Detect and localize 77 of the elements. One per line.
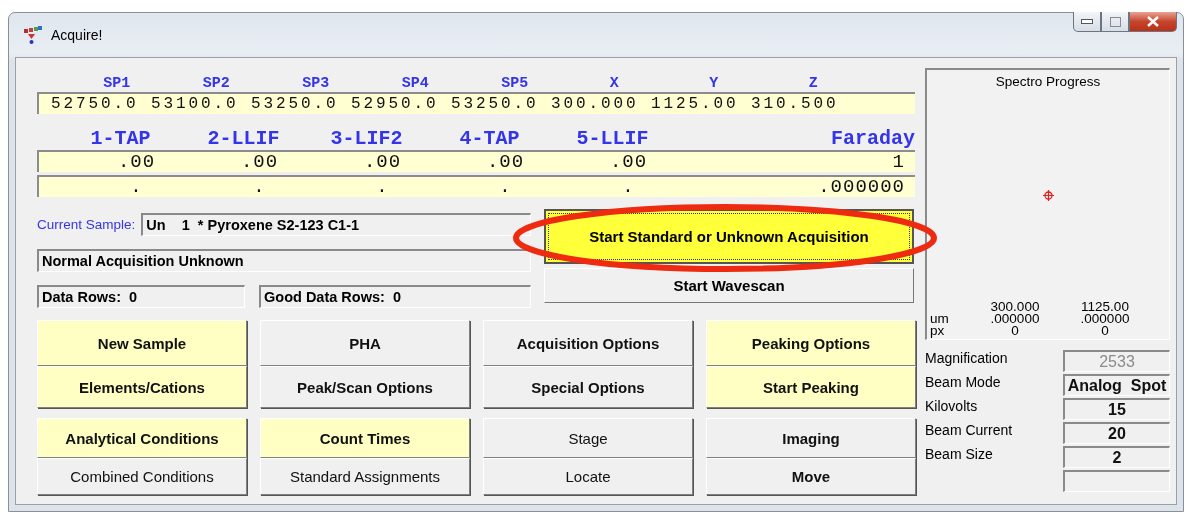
unit-label: px [930,325,946,337]
minimize-button[interactable] [1073,12,1101,32]
command-button[interactable]: New Sample [37,320,247,366]
counts-value: .00 [239,151,280,173]
reading-value: . [621,176,636,198]
column-label: SP2 [201,75,231,92]
command-button[interactable]: Peak/Scan Options [260,366,470,408]
beam-value-field: 15 [1063,398,1170,420]
command-button[interactable]: Locate [483,458,693,495]
coordinate-value: 0 [1010,325,1020,337]
positions-field: 52750.0 53100.0 53250.0 52950.0 53250.0 300.000 1125.00 310.500 [37,92,915,114]
beam-label: Beam Mode [925,374,1002,390]
beam-label: Kilovolts [925,398,979,414]
command-button[interactable]: Standard Assignments [260,458,470,495]
coordinate-value: .000000 [989,313,1041,325]
close-button[interactable] [1129,12,1177,32]
beam-value-field: 2533 [1063,350,1170,372]
counts-value: .00 [116,151,157,173]
command-button[interactable]: Imaging [706,418,916,458]
beam-label: Beam Size [925,446,994,462]
unit-label: um [930,313,950,325]
command-button[interactable]: Special Options [483,366,693,408]
panel-title: Spectro Progress [995,74,1101,89]
crystal-label: 4-TAP [458,127,521,150]
beam-value-field: 20 [1063,422,1170,444]
beam-label: Magnification [925,350,1009,366]
column-label: SP1 [102,75,132,92]
beam-value-field: 2 [1063,446,1170,468]
reading-value: . [129,176,144,198]
maximize-button[interactable] [1101,12,1129,32]
beam-label: Beam Current [925,422,1014,438]
faraday-value: 1 [891,151,905,173]
command-button[interactable]: Combined Conditions [37,458,247,495]
command-button[interactable]: Acquisition Options [483,320,693,366]
column-label: Z [807,75,819,92]
faraday-label: Faraday [830,127,915,150]
counts-value: .00 [485,151,526,173]
current-sample-field: Un 1 * Pyroxene S2-123 C1-1 [141,213,531,236]
coordinate-value: 0 [1100,325,1110,337]
column-label: SP3 [301,75,331,92]
current-sample-label: Current Sample: [37,217,136,232]
coordinate-value: 300.000 [989,301,1041,313]
counts-value: .00 [362,151,403,173]
start-wavescan-button[interactable]: Start Wavescan [544,268,914,303]
command-button[interactable]: PHA [260,320,470,366]
column-label: X [608,75,620,92]
reading-value: . [498,176,513,198]
app-icon [23,25,43,45]
command-button[interactable]: Move [706,458,916,495]
column-label: SP4 [400,75,430,92]
command-button[interactable]: Count Times [260,418,470,458]
faraday-reading: .000000 [817,176,905,198]
reading-value: . [252,176,267,198]
command-button[interactable]: Start Peaking [706,366,916,408]
data-rows-field: Data Rows: 0 [37,285,245,308]
crystal-label: 3-LIF2 [329,127,404,150]
maximize-icon [1109,16,1121,27]
command-button[interactable]: Peaking Options [706,320,916,366]
acquisition-mode-field: Normal Acquisition Unknown [37,249,531,272]
coordinate-value: 1125.00 [1080,301,1130,313]
crystal-label: 2-LLIF [206,127,281,150]
crosshair-icon [1042,189,1054,201]
crystal-label: 5-LLIF [575,127,650,150]
reading-value: . [375,176,390,198]
crystal-label: 1-TAP [89,127,152,150]
command-button[interactable]: Elements/Cations [37,366,247,408]
command-button[interactable]: Analytical Conditions [37,418,247,458]
close-icon [1147,16,1159,27]
window-title: Acquire! [51,27,103,43]
beam-value-field: Analog Spot [1063,374,1170,396]
column-label: SP5 [500,75,530,92]
coordinate-value: .000000 [1079,313,1131,325]
minimize-icon [1081,19,1093,24]
column-label: Y [708,75,720,92]
counts-value: .00 [608,151,649,173]
good-data-rows-field: Good Data Rows: 0 [259,285,531,308]
command-button[interactable]: Stage [483,418,693,458]
